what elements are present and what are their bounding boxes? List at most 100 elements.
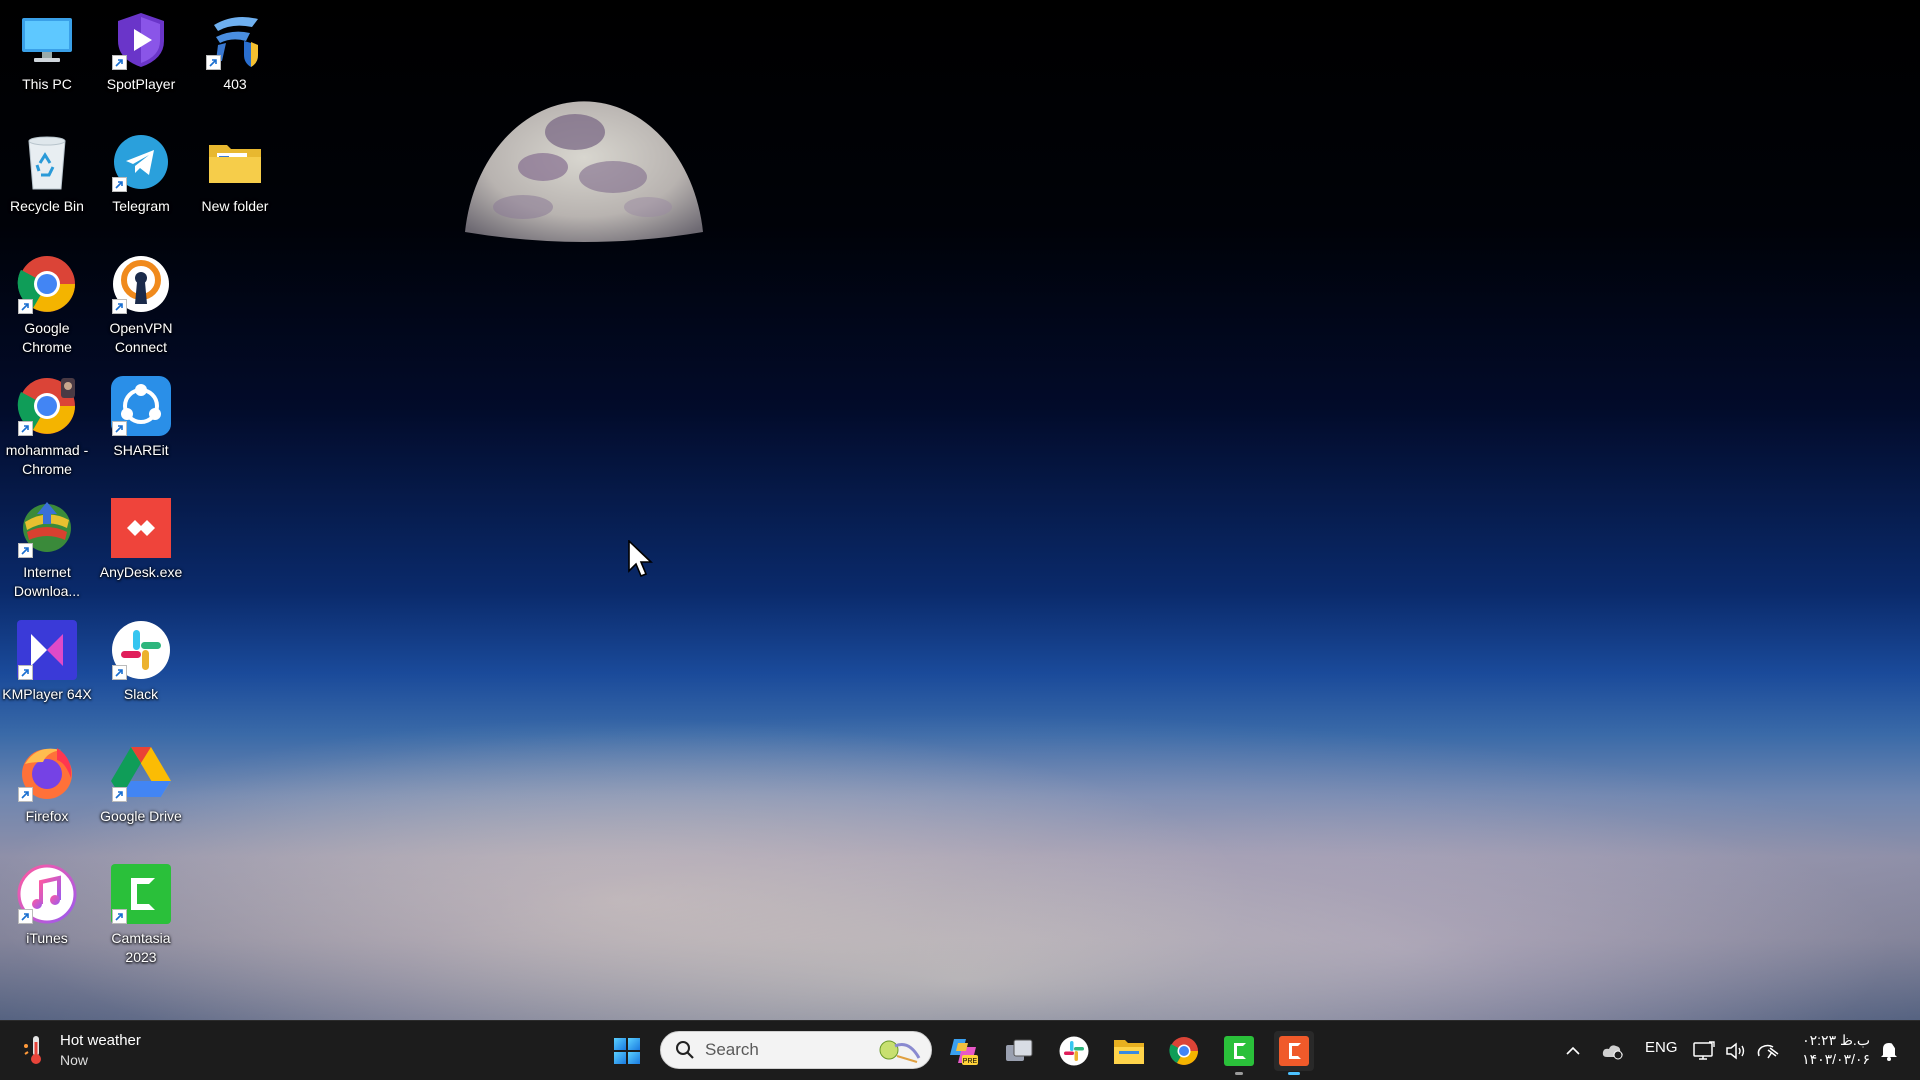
this-pc-icon	[15, 8, 79, 72]
desktop-icon-spotplayer[interactable]: SpotPlayer	[94, 8, 188, 94]
desktop-icon-new-folder[interactable]: New folder	[188, 130, 282, 216]
svg-text:PRE: PRE	[963, 1058, 978, 1065]
taskbar-camtasia-recorder[interactable]	[1219, 1031, 1259, 1075]
desktop-icon-label: SpotPlayer	[106, 76, 176, 92]
clock-widget[interactable]: ب.ظ ۰۲:۲۳ ۱۴۰۳/۰۳/۰۶	[1790, 1031, 1870, 1069]
shortcut-arrow-icon	[18, 665, 33, 680]
camtasia-recorder-icon	[1224, 1036, 1254, 1066]
onedrive-tray-button[interactable]	[1593, 1037, 1633, 1065]
telegram-icon	[109, 130, 173, 194]
taskbar-search-box[interactable]	[660, 1031, 932, 1069]
desktop-icon-label: Telegram	[112, 198, 170, 214]
clock-time: ب.ظ ۰۲:۲۳	[1802, 1032, 1870, 1048]
volume-tray-button[interactable]	[1720, 1037, 1752, 1065]
desktop-icon-label: Camtasia 2023	[111, 930, 171, 965]
copilot-icon: PRE	[950, 1039, 978, 1065]
taskbar-copilot[interactable]: PRE	[944, 1031, 984, 1071]
shortcut-arrow-icon	[112, 177, 127, 192]
running-indicator	[1235, 1072, 1243, 1075]
desktop-icon-mohammad-chrome[interactable]: mohammad - Chrome	[0, 374, 94, 479]
spotplayer-icon	[109, 8, 173, 72]
taskbar: Hot weather Now PRE	[0, 1020, 1920, 1080]
desktop-icon-anydesk[interactable]: AnyDesk.exe	[94, 496, 188, 582]
camtasia-editor-icon	[1279, 1036, 1309, 1066]
show-hidden-icons-button[interactable]	[1553, 1037, 1593, 1065]
403-icon	[203, 8, 267, 72]
shortcut-arrow-icon	[206, 55, 221, 70]
shortcut-arrow-icon	[18, 543, 33, 558]
desktop-icon-kmplayer[interactable]: KMPlayer 64X	[0, 618, 94, 704]
desktop-icon-firefox[interactable]: Firefox	[0, 740, 94, 826]
speaker-icon	[1726, 1042, 1745, 1060]
desktop-icon-label: New folder	[201, 198, 269, 214]
folder-icon	[203, 130, 267, 194]
desktop-icon-recycle-bin[interactable]: Recycle Bin	[0, 130, 94, 216]
desktop-icon-label: Internet Downloa...	[13, 564, 81, 599]
shortcut-arrow-icon	[112, 665, 127, 680]
desktop-icon-google-drive[interactable]: Google Drive	[94, 740, 188, 826]
shortcut-arrow-icon	[18, 909, 33, 924]
desktop-icon-slack[interactable]: Slack	[94, 618, 188, 704]
weather-widget[interactable]: Hot weather Now	[22, 1031, 141, 1069]
search-highlight-icon	[879, 1040, 921, 1063]
input-language-indicator[interactable]: ENG	[1645, 1039, 1678, 1056]
weather-title: Hot weather	[60, 1032, 141, 1049]
desktop-icon-this-pc[interactable]: This PC	[0, 8, 94, 94]
recycle-bin-icon	[15, 130, 79, 194]
chrome-profile-icon	[15, 374, 79, 438]
desktop-icon-label: Firefox	[25, 808, 69, 824]
mouse-cursor-icon	[628, 540, 653, 578]
shortcut-arrow-icon	[112, 55, 127, 70]
search-input[interactable]	[703, 1039, 857, 1061]
taskbar-file-explorer[interactable]	[1109, 1031, 1149, 1071]
task-view-icon	[1006, 1039, 1033, 1061]
shortcut-arrow-icon	[112, 787, 127, 802]
chevron-up-icon	[1566, 1046, 1580, 1055]
taskbar-chrome[interactable]	[1164, 1031, 1204, 1071]
taskbar-camtasia-editor[interactable]	[1274, 1031, 1314, 1075]
clock-date: ۱۴۰۳/۰۳/۰۶	[1802, 1051, 1870, 1067]
file-explorer-icon	[1114, 1040, 1144, 1064]
desktop-icon-camtasia[interactable]: Camtasia 2023	[94, 862, 188, 967]
battery-plug-icon	[1757, 1044, 1779, 1059]
desktop-icon-label: AnyDesk.exe	[99, 564, 183, 580]
desktop-icon-label: This PC	[22, 76, 72, 92]
kmplayer-icon	[15, 618, 79, 682]
chrome-icon	[1169, 1037, 1198, 1065]
network-monitor-icon	[1693, 1041, 1715, 1060]
notification-center-button[interactable]	[1873, 1037, 1905, 1065]
anydesk-icon	[109, 496, 173, 560]
desktop-icon-label: OpenVPN Connect	[109, 320, 173, 355]
desktop-icon-internet-download-manager[interactable]: Internet Downloa...	[0, 496, 94, 601]
desktop-icon-telegram[interactable]: Telegram	[94, 130, 188, 216]
thermometer-hot-icon	[24, 1036, 41, 1064]
shortcut-arrow-icon	[112, 421, 127, 436]
power-tray-button[interactable]	[1752, 1037, 1784, 1065]
taskbar-task-view[interactable]	[999, 1031, 1039, 1071]
desktop-icon-label: Slack	[123, 686, 159, 702]
desktop-icon-google-chrome[interactable]: Google Chrome	[0, 252, 94, 357]
taskbar-slack[interactable]	[1054, 1031, 1094, 1071]
camtasia-icon	[109, 862, 173, 926]
desktop-icon-label: Recycle Bin	[10, 198, 84, 214]
itunes-icon	[15, 862, 79, 926]
desktop-icon-label: Google Drive	[100, 808, 182, 824]
weather-subtitle: Now	[60, 1052, 89, 1068]
desktop-icon-label: Google Chrome	[22, 320, 72, 355]
desktop-icon-openvpn[interactable]: OpenVPN Connect	[94, 252, 188, 357]
slack-icon	[109, 618, 173, 682]
desktop-icon-itunes[interactable]: iTunes	[0, 862, 94, 948]
desktop-icon-403[interactable]: 403	[188, 8, 282, 94]
desktop-icon-label: SHAREit	[113, 442, 169, 458]
desktop-icon-shareit[interactable]: SHAREit	[94, 374, 188, 460]
start-button[interactable]	[607, 1031, 647, 1071]
shortcut-arrow-icon	[112, 299, 127, 314]
network-tray-button[interactable]	[1688, 1037, 1720, 1065]
shareit-icon	[109, 374, 173, 438]
desktop-icon-label: mohammad - Chrome	[5, 442, 89, 477]
openvpn-icon	[109, 252, 173, 316]
start-icon	[614, 1038, 640, 1064]
chrome-icon	[15, 252, 79, 316]
active-indicator	[1288, 1072, 1300, 1075]
desktop-wallpaper	[0, 0, 1920, 1020]
